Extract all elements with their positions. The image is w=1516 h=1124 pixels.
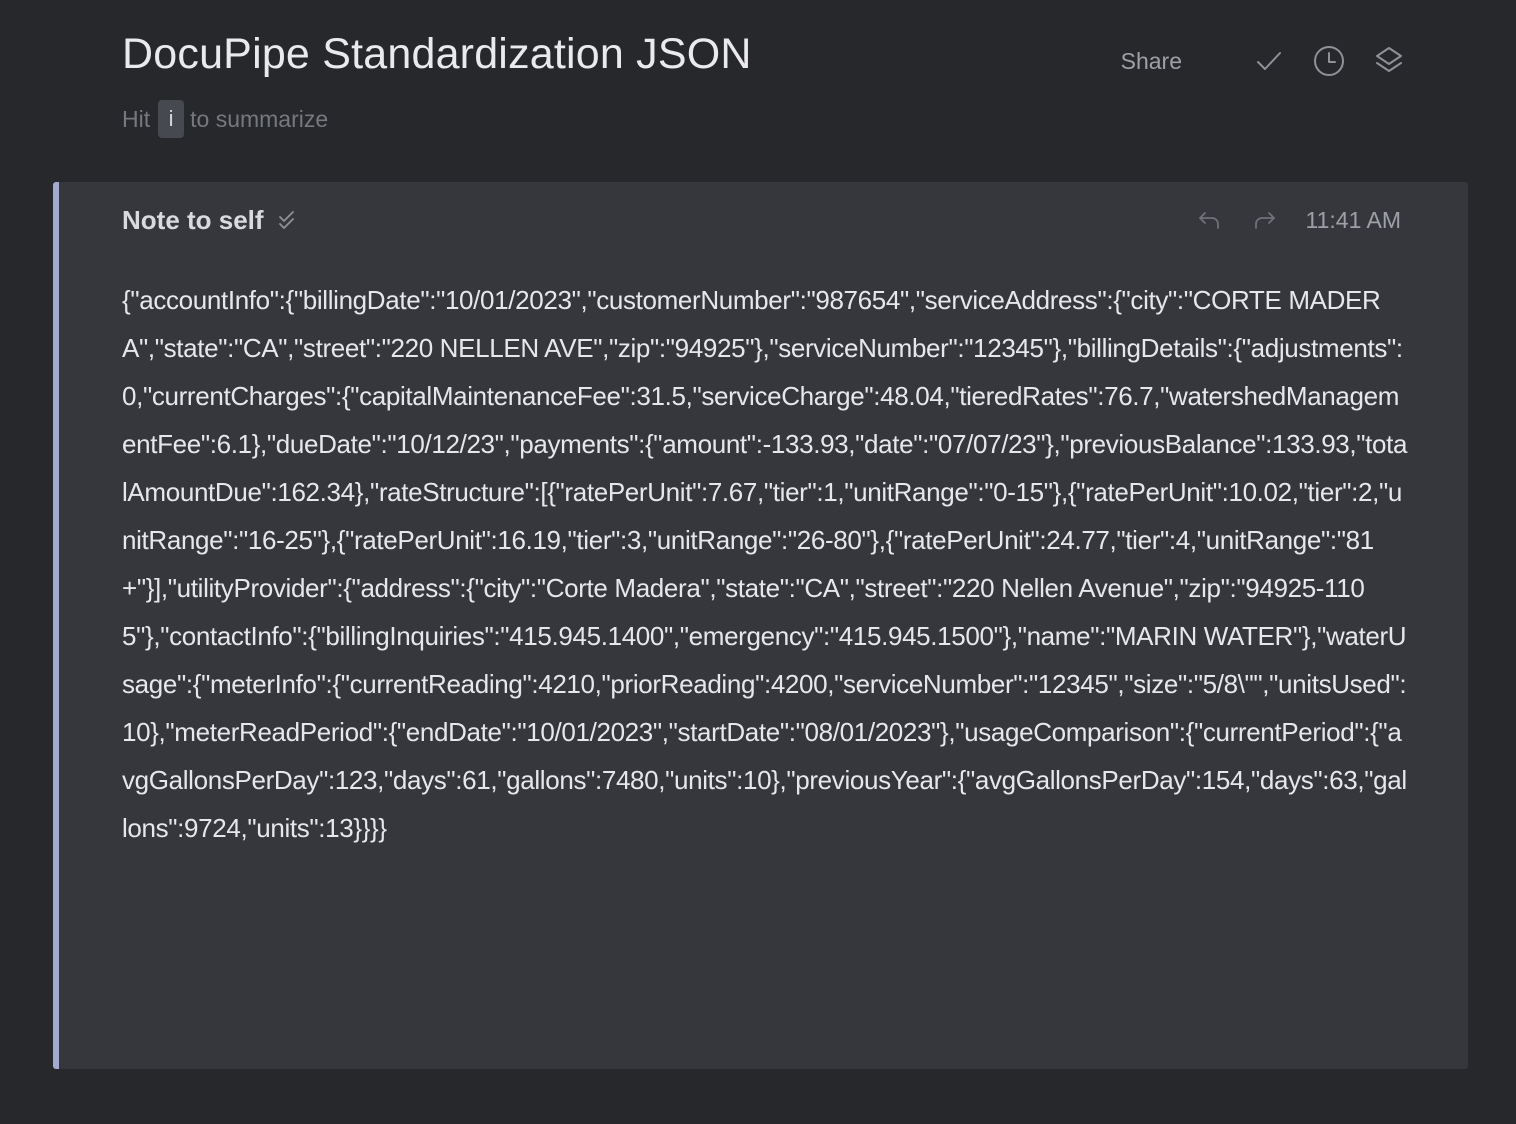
hint-key[interactable]: i (158, 100, 185, 138)
double-check-icon (278, 209, 298, 231)
note-header: Note to self (122, 202, 298, 238)
note-content[interactable]: {"accountInfo":{"billingDate":"10/01/202… (122, 276, 1412, 852)
check-icon[interactable] (1252, 44, 1286, 78)
clock-icon[interactable] (1312, 44, 1346, 78)
note-timestamp: 11:41 AM (1305, 206, 1401, 233)
hint-prefix: Hit (122, 105, 151, 132)
note-title: Note to self (122, 204, 264, 235)
note-card: Note to self 11:41 AM {"accountInfo":{"b… (53, 182, 1468, 1069)
summarize-hint: Hit i to summarize (122, 100, 328, 138)
note-page: DocuPipe Standardization JSON Hit i to s… (0, 0, 1516, 1124)
page-title: DocuPipe Standardization JSON (122, 30, 752, 78)
top-actions: Share (1121, 40, 1406, 82)
layers-icon[interactable] (1372, 44, 1406, 78)
hint-suffix: to summarize (190, 105, 329, 132)
note-meta: 11:41 AM (1194, 202, 1401, 238)
share-button[interactable]: Share (1121, 48, 1182, 75)
undo-icon[interactable] (1194, 205, 1224, 235)
redo-icon[interactable] (1250, 205, 1280, 235)
